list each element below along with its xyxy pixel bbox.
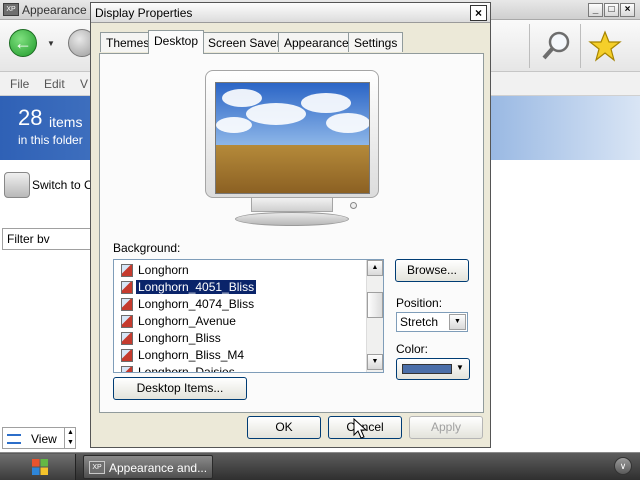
toolbar-separator bbox=[529, 24, 530, 68]
folder-subtitle: in this folder bbox=[18, 133, 83, 147]
view-label: View bbox=[31, 432, 57, 446]
monitor-neck bbox=[251, 198, 333, 212]
menu-file[interactable]: File bbox=[10, 77, 29, 91]
color-label: Color: bbox=[396, 342, 429, 356]
monitor-bezel bbox=[205, 70, 379, 198]
items-label: items bbox=[49, 114, 83, 130]
scroll-up-icon[interactable]: ▲ bbox=[367, 260, 383, 276]
switch-label: Switch to C bbox=[32, 178, 93, 192]
scroll-thumb[interactable] bbox=[367, 292, 383, 318]
close-button[interactable]: × bbox=[620, 3, 635, 17]
back-icon[interactable]: ← bbox=[9, 29, 37, 57]
display-properties-dialog: Display Properties × Themes Desktop Scre… bbox=[90, 2, 491, 448]
sidebar: Switch to C View ▲▼ bbox=[0, 160, 94, 452]
position-select[interactable]: Stretch ▼ bbox=[396, 312, 468, 332]
mouse-cursor-icon bbox=[353, 417, 368, 440]
taskbar-item-appearance[interactable]: XP Appearance and... bbox=[83, 455, 213, 479]
app-icon: XP bbox=[3, 3, 19, 16]
position-value: Stretch bbox=[400, 315, 439, 329]
maximize-button[interactable]: □ bbox=[604, 3, 619, 17]
chevron-down-icon: ▼ bbox=[456, 363, 464, 372]
app-icon: XP bbox=[89, 461, 105, 474]
desktop-tab-panel: Background: Longhorn Longhorn_4051_Bliss… bbox=[99, 53, 484, 413]
dialog-titlebar[interactable]: Display Properties × bbox=[91, 3, 490, 23]
color-swatch bbox=[402, 364, 452, 374]
view-icon bbox=[7, 434, 21, 444]
image-file-icon bbox=[121, 264, 133, 277]
background-list[interactable]: Longhorn Longhorn_4051_Bliss Longhorn_40… bbox=[113, 259, 384, 373]
windows-logo-icon bbox=[32, 459, 48, 475]
dialog-title: Display Properties bbox=[95, 6, 193, 20]
scroll-down-icon[interactable]: ▼ bbox=[367, 354, 383, 370]
desktop-items-button[interactable]: Desktop Items... bbox=[113, 377, 247, 400]
chevron-down-icon[interactable]: ▼ bbox=[449, 314, 466, 330]
ok-button[interactable]: OK bbox=[247, 416, 321, 439]
monitor-stand bbox=[235, 212, 349, 226]
search-icon[interactable] bbox=[540, 29, 574, 63]
menu-edit[interactable]: Edit bbox=[44, 77, 65, 91]
tab-screen-saver[interactable]: Screen Saver bbox=[202, 32, 287, 52]
tray-chevron-icon[interactable]: ∨ bbox=[614, 457, 632, 475]
favorites-icon[interactable] bbox=[588, 29, 622, 63]
tab-settings[interactable]: Settings bbox=[348, 32, 404, 52]
tab-desktop[interactable]: Desktop bbox=[148, 30, 205, 54]
dialog-close-button[interactable]: × bbox=[470, 5, 487, 21]
wallpaper-preview bbox=[215, 82, 370, 194]
filter-input[interactable] bbox=[2, 228, 94, 250]
minimize-button[interactable]: _ bbox=[588, 3, 603, 17]
apply-button[interactable]: Apply bbox=[409, 416, 483, 439]
view-selector[interactable]: View ▲ ▼ bbox=[2, 427, 76, 449]
image-file-icon bbox=[121, 315, 133, 328]
start-button[interactable] bbox=[0, 454, 76, 480]
position-label: Position: bbox=[396, 296, 443, 310]
image-file-icon bbox=[121, 281, 133, 294]
taskbar: XP Appearance and... ∨ bbox=[0, 452, 640, 480]
image-file-icon bbox=[121, 349, 133, 362]
image-file-icon bbox=[121, 366, 133, 372]
browse-button[interactable]: Browse... bbox=[395, 259, 469, 282]
monitor-preview bbox=[205, 70, 379, 230]
spin-arrows-icon[interactable]: ▲ ▼ bbox=[64, 428, 76, 448]
menu-view[interactable]: V bbox=[80, 77, 88, 91]
tab-appearance[interactable]: Appearance bbox=[278, 32, 355, 52]
item-count: 28 bbox=[18, 105, 43, 130]
taskbar-item-label: Appearance and... bbox=[109, 461, 208, 475]
image-file-icon bbox=[121, 332, 133, 345]
power-led-icon bbox=[350, 202, 357, 209]
background-label: Background: bbox=[113, 241, 181, 255]
image-file-icon bbox=[121, 298, 133, 311]
toolbar-separator bbox=[580, 24, 581, 68]
list-scrollbar[interactable]: ▲ ▼ bbox=[366, 260, 383, 372]
background-window-title: Appearance bbox=[22, 3, 87, 17]
color-picker-button[interactable]: ▼ bbox=[396, 358, 470, 380]
chevron-down-icon[interactable]: ▼ bbox=[47, 39, 55, 48]
switch-icon bbox=[4, 172, 30, 198]
